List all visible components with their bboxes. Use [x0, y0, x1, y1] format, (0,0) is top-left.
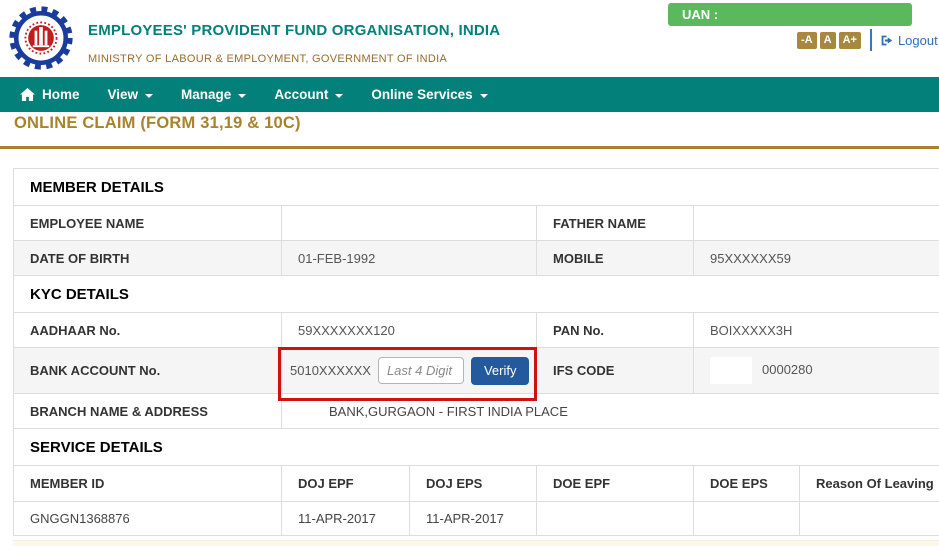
nav-item-view[interactable]: View: [94, 77, 168, 112]
home-icon: [20, 88, 35, 101]
branch-row: BRANCH NAME & ADDRESS BANK,GURGAON - FIR…: [14, 394, 939, 429]
employee-name-value: [282, 206, 537, 241]
chevron-down-icon: [480, 94, 488, 98]
main-navbar: Home View Manage Account Online Services: [0, 77, 939, 112]
aadhaar-label: AADHAAR No.: [14, 313, 282, 348]
nav-manage-label: Manage: [181, 87, 231, 102]
nav-item-home[interactable]: Home: [6, 77, 94, 112]
member-details-section-title: MEMBER DETAILS: [14, 169, 939, 206]
doe-eps-value: [694, 502, 800, 536]
bank-account-row: BANK ACCOUNT No. 5010XXXXXX Verify i IFS…: [14, 348, 939, 394]
table-row: AADHAAR No. 59XXXXXXX120 PAN No. BOIXXXX…: [14, 313, 939, 348]
column-header-doe-epf: DOE EPF: [537, 466, 694, 502]
bank-account-masked-value: 5010XXXXXX: [290, 363, 371, 378]
bank-account-cell: 5010XXXXXX Verify i: [282, 348, 537, 394]
employee-name-label: EMPLOYEE NAME: [14, 206, 282, 241]
font-increase-button[interactable]: A+: [839, 32, 861, 49]
member-id-value: GNGGN1368876: [14, 502, 282, 536]
ifs-redaction-box: [710, 357, 752, 384]
father-name-label: FATHER NAME: [537, 206, 694, 241]
nav-item-account[interactable]: Account: [260, 77, 357, 112]
nav-account-label: Account: [274, 87, 328, 102]
service-data-row: GNGGN1368876 11-APR-2017 11-APR-2017: [14, 502, 939, 536]
service-details-section-title: SERVICE DETAILS: [14, 429, 939, 466]
logout-button[interactable]: Logout: [880, 33, 938, 48]
nav-item-manage[interactable]: Manage: [167, 77, 260, 112]
chevron-down-icon: [238, 94, 246, 98]
header-divider: [870, 29, 872, 51]
org-title: EMPLOYEES' PROVIDENT FUND ORGANISATION, …: [88, 22, 500, 39]
column-header-member-id: MEMBER ID: [14, 466, 282, 502]
notice-strip: [13, 540, 939, 546]
aadhaar-value: 59XXXXXXX120: [282, 313, 537, 348]
kyc-details-section-title: KYC DETAILS: [14, 276, 939, 313]
mobile-label: MOBILE: [537, 241, 694, 276]
ministry-subtitle: MINISTRY OF LABOUR & EMPLOYMENT, GOVERNM…: [88, 53, 447, 65]
app-header: EMPLOYEES' PROVIDENT FUND ORGANISATION, …: [0, 0, 939, 77]
logout-icon: [880, 34, 893, 47]
verify-button[interactable]: Verify: [471, 357, 530, 385]
nav-view-label: View: [108, 87, 139, 102]
font-normal-button[interactable]: A: [820, 32, 836, 49]
column-header-reason-of-leaving: Reason Of Leaving: [800, 466, 939, 502]
doe-epf-value: [537, 502, 694, 536]
column-header-doj-epf: DOJ EPF: [282, 466, 410, 502]
chevron-down-icon: [335, 94, 343, 98]
logout-label: Logout: [898, 33, 938, 48]
branch-value: BANK,GURGAON - FIRST INDIA PLACE: [282, 394, 939, 429]
page-title: ONLINE CLAIM (FORM 31,19 & 10C): [14, 114, 301, 133]
father-name-value: [694, 206, 939, 241]
pan-label: PAN No.: [537, 313, 694, 348]
column-header-doj-eps: DOJ EPS: [410, 466, 537, 502]
bank-last4-input[interactable]: [378, 357, 464, 384]
nav-online-services-label: Online Services: [371, 87, 472, 102]
service-details-table: SERVICE DETAILS MEMBER ID DOJ EPF DOJ EP…: [13, 428, 939, 536]
nav-home-label: Home: [42, 87, 80, 102]
member-kyc-table: MEMBER DETAILS EMPLOYEE NAME FATHER NAME…: [13, 168, 939, 429]
column-header-doe-eps: DOE EPS: [694, 466, 800, 502]
doj-eps-value: 11-APR-2017: [410, 502, 537, 536]
ifs-code-cell: 0000280: [694, 348, 939, 394]
doj-epf-value: 11-APR-2017: [282, 502, 410, 536]
claim-form-panel: MEMBER DETAILS EMPLOYEE NAME FATHER NAME…: [13, 168, 939, 536]
epfo-logo-icon: [8, 5, 74, 71]
font-decrease-button[interactable]: -A: [797, 32, 817, 49]
reason-of-leaving-value: [800, 502, 939, 536]
header-controls: -A A A+ Logout: [797, 29, 938, 51]
ifs-code-value: 0000280: [762, 362, 813, 377]
pan-value: BOIXXXXX3H: [694, 313, 939, 348]
table-row: DATE OF BIRTH 01-FEB-1992 MOBILE 95XXXXX…: [14, 241, 939, 276]
nav-item-online-services[interactable]: Online Services: [357, 77, 501, 112]
chevron-down-icon: [145, 94, 153, 98]
mobile-value: 95XXXXXX59: [694, 241, 939, 276]
bank-account-label: BANK ACCOUNT No.: [14, 348, 282, 394]
dob-value: 01-FEB-1992: [282, 241, 537, 276]
service-header-row: MEMBER ID DOJ EPF DOJ EPS DOE EPF DOE EP…: [14, 466, 939, 502]
table-row: EMPLOYEE NAME FATHER NAME: [14, 206, 939, 241]
title-underline: [0, 146, 939, 149]
ifs-code-label: IFS CODE: [537, 348, 694, 394]
branch-label: BRANCH NAME & ADDRESS: [14, 394, 282, 429]
uan-bar: UAN :: [668, 3, 912, 26]
dob-label: DATE OF BIRTH: [14, 241, 282, 276]
